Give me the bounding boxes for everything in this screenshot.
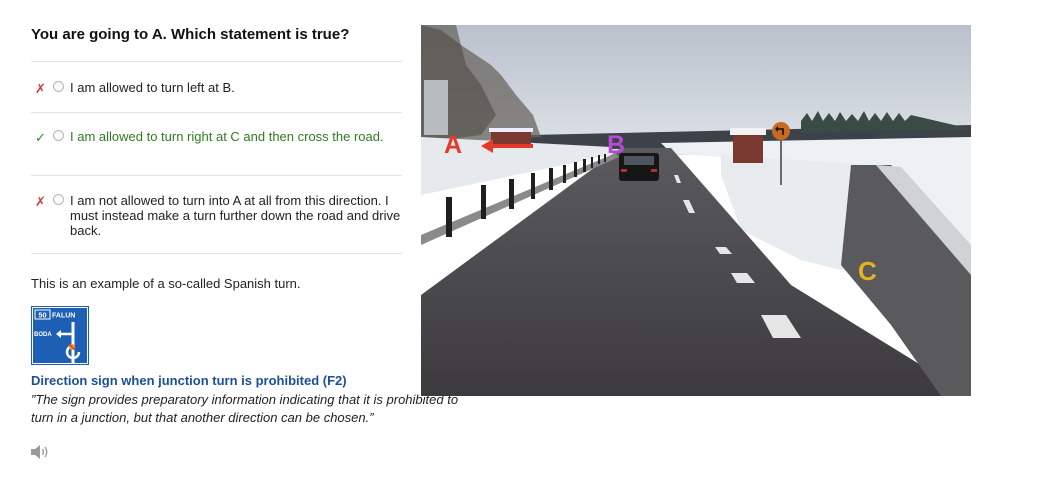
- speaker-icon[interactable]: [30, 444, 50, 460]
- sign-destination-top: FALUN: [52, 313, 75, 320]
- answer-text-1: I am allowed to turn left at B.: [70, 80, 235, 95]
- sign-caption: Direction sign when junction turn is pro…: [31, 373, 347, 388]
- answer-radio-3[interactable]: [53, 194, 64, 205]
- correct-mark-icon: ✓: [35, 130, 46, 145]
- sign-quote: ”The sign provides preparatory informati…: [31, 392, 459, 425]
- wrong-mark-icon: ✗: [35, 194, 46, 209]
- sign-road-number: 50: [38, 311, 46, 320]
- photo-label-a: A: [444, 131, 462, 159]
- answer-radio-1[interactable]: [53, 81, 64, 92]
- direction-sign-image: 50 FALUN BODA: [31, 306, 89, 365]
- answer-option-1[interactable]: ✗ I am allowed to turn left at B.: [31, 61, 402, 112]
- explanation-text: This is an example of a so-called Spanis…: [31, 276, 301, 291]
- sign-destination-left: BODA: [34, 332, 52, 338]
- photo-label-c: C: [858, 256, 877, 286]
- wrong-mark-icon: ✗: [35, 81, 46, 96]
- answer-option-2[interactable]: ✓ I am allowed to turn right at C and th…: [31, 112, 402, 175]
- answer-list: ✗ I am allowed to turn left at B. ✓ I am…: [31, 61, 402, 254]
- question-title: You are going to A. Which statement is t…: [31, 26, 350, 43]
- answer-option-3[interactable]: ✗ I am not allowed to turn into A at all…: [31, 175, 402, 254]
- answer-text-3: I am not allowed to turn into A at all f…: [70, 193, 401, 238]
- answer-radio-2[interactable]: [53, 130, 64, 141]
- photo-label-b: B: [607, 131, 625, 159]
- answer-text-2: I am allowed to turn right at C and then…: [70, 129, 384, 144]
- road-photo: A B C: [421, 25, 971, 396]
